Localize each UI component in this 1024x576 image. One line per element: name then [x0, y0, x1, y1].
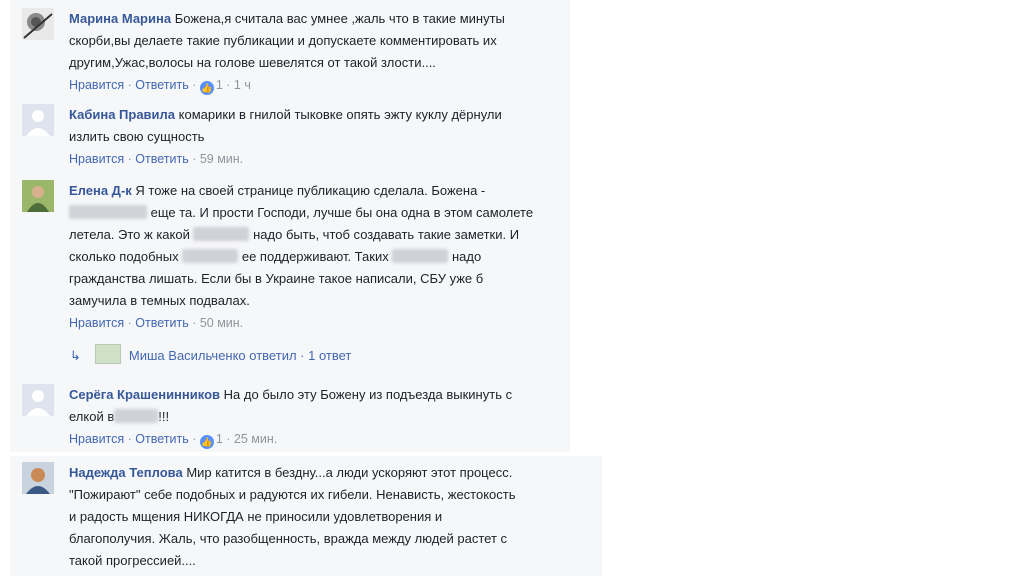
comment-text: и радость мщения НИКОГДА не приносили уд… [69, 509, 443, 524]
comment-time[interactable]: 59 мин. [200, 152, 243, 166]
like-icon: 👍 [199, 81, 214, 95]
comments-panel: Надежда Теплова Мир катится в бездну...а… [10, 456, 602, 576]
comment-author[interactable]: Серёга Крашенинников [69, 387, 220, 402]
avatar[interactable] [22, 8, 54, 40]
comment-text: комарики в гнилой тыковке опять эжту кук… [178, 107, 502, 122]
comment-text: надо быть, чтоб создавать такие заметки.… [253, 227, 520, 242]
comment-author[interactable]: Елена Д-к [69, 183, 132, 198]
reaction-count[interactable]: 1 [216, 432, 223, 446]
like-link[interactable]: Нравится [69, 78, 124, 92]
avatar[interactable] [22, 384, 54, 416]
comment-text: сколько подобных [69, 249, 179, 264]
default-avatar-icon [22, 384, 54, 416]
avatar-image [22, 462, 54, 494]
comment-text: Божена,я считала вас умнее ,жаль что в т… [174, 11, 505, 26]
default-avatar-icon [22, 104, 54, 136]
comment-actions: Нравится · Ответить · 59 мин. [69, 152, 244, 166]
like-link[interactable]: Нравится [69, 152, 124, 166]
blurred-word [182, 249, 239, 263]
replies-text[interactable]: Миша Васильченко ответил [129, 348, 297, 363]
comment-author[interactable]: Надежда Теплова [69, 465, 183, 480]
comment-text: другим,Ужас,волосы на голове шевелятся о… [69, 55, 436, 70]
avatar-image [22, 8, 54, 40]
like-icon: 👍 [199, 435, 214, 449]
comment-text: Мир катится в бездну...а люди ускоряют э… [186, 465, 513, 480]
reply-link[interactable]: Ответить [135, 432, 188, 446]
comment-text: Я тоже на своей странице публикацию сдел… [135, 183, 486, 198]
avatar-image [22, 180, 54, 212]
blurred-word [69, 205, 147, 219]
reply-arrow-icon: ↳ [70, 348, 81, 363]
comment-text: благополучия. Жаль, что разобщенность, в… [69, 531, 508, 546]
replier-avatar [94, 344, 121, 364]
replies-count[interactable]: 1 ответ [308, 348, 351, 363]
comment-text: елкой в [69, 409, 115, 424]
comment-text: гражданства лишать. Если бы в Украине та… [69, 271, 484, 286]
comment-text: !!! [158, 409, 170, 424]
reaction-count[interactable]: 1 [216, 78, 223, 92]
comments-panel: Марина Марина Божена,я считала вас умнее… [10, 0, 570, 452]
comment-text: ее поддерживают. Таких [241, 249, 389, 264]
reply-link[interactable]: Ответить [135, 78, 188, 92]
comment-text: излить свою сущность [69, 129, 205, 144]
comment-text: "Пожирают" себе подобных и радуются их г… [69, 487, 516, 502]
comment-text: На до было эту Божену из подъезда выкину… [223, 387, 513, 402]
like-link[interactable]: Нравится [69, 432, 124, 446]
comment-actions: Нравится · Ответить · 👍 1 · 1 ч [69, 78, 251, 95]
avatar[interactable] [22, 462, 54, 494]
comment-author[interactable]: Марина Марина [69, 11, 171, 26]
comment-time[interactable]: 50 мин. [200, 316, 243, 330]
comment-text: замучила в темных подвалах. [69, 293, 250, 308]
comment-text: летела. Это ж какой [69, 227, 190, 242]
comment-author[interactable]: Кабина Правила [69, 107, 175, 122]
reply-link[interactable]: Ответить [135, 316, 188, 330]
view-replies[interactable]: ↳ Миша Васильченко ответил · 1 ответ [70, 344, 351, 364]
reply-link[interactable]: Ответить [135, 152, 188, 166]
comment-text: такой прогрессией.... [69, 553, 196, 568]
comment-text: скорби,вы делаете такие публикации и доп… [69, 33, 497, 48]
comment-time[interactable]: 1 ч [234, 78, 251, 92]
blurred-word [114, 409, 159, 423]
like-link[interactable]: Нравится [69, 316, 124, 330]
comment-text: еще та. И прости Господи, лучше бы она о… [150, 205, 534, 220]
avatar[interactable] [22, 180, 54, 212]
blurred-word [392, 249, 449, 263]
blurred-word [193, 227, 250, 241]
comment-text: надо [451, 249, 482, 264]
comment-time[interactable]: 25 мин. [234, 432, 277, 446]
comment-actions: Нравится · Ответить · 👍 1 · 25 мин. [69, 432, 278, 449]
comment-actions: Нравится · Ответить · 50 мин. [69, 316, 244, 330]
avatar[interactable] [22, 104, 54, 136]
